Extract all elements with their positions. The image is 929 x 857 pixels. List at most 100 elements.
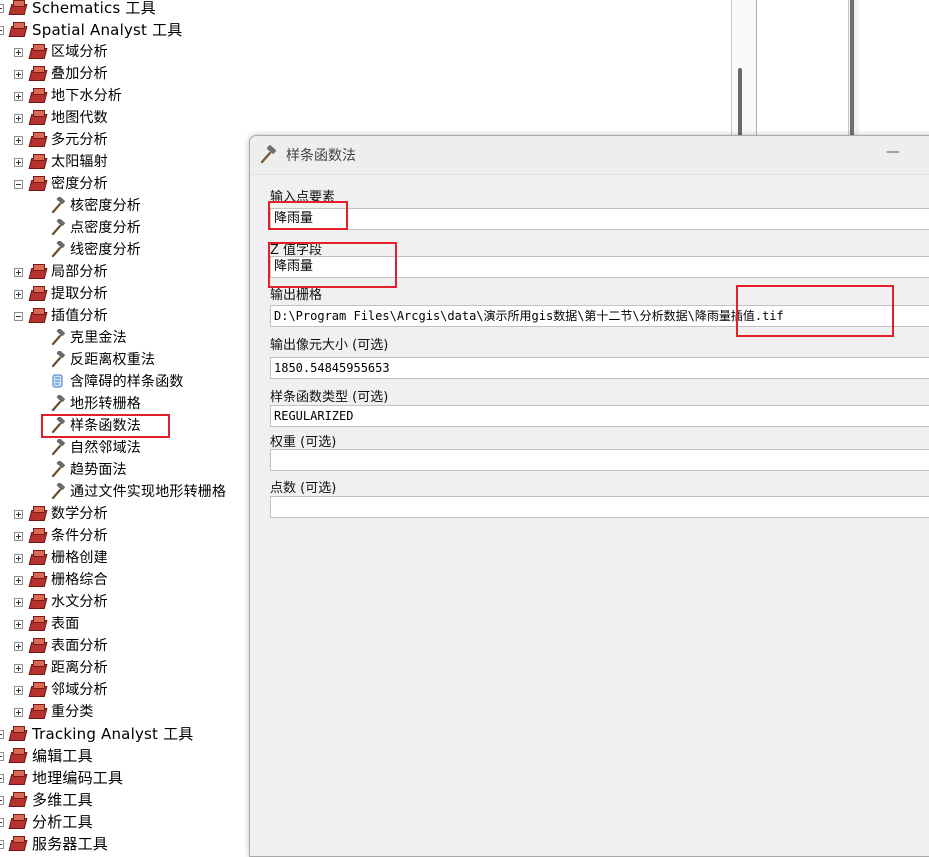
toolbox-icon bbox=[28, 264, 48, 279]
hammer-icon bbox=[49, 240, 67, 258]
tree-item-label: 邻域分析 bbox=[51, 682, 108, 698]
hammer-icon bbox=[49, 482, 67, 500]
tree-item-label: 表面 bbox=[51, 616, 80, 632]
toolbox-icon bbox=[28, 110, 48, 125]
toolbox-icon bbox=[28, 550, 48, 565]
toolbox-icon bbox=[8, 22, 28, 37]
expand-icon[interactable] bbox=[14, 48, 23, 57]
tree-item-label: 数学分析 bbox=[51, 506, 108, 522]
tree-item-label: 含障碍的样条函数 bbox=[70, 374, 184, 390]
tree-item-label: 多元分析 bbox=[51, 132, 108, 148]
expand-icon[interactable] bbox=[14, 70, 23, 79]
toolbox-icon bbox=[28, 44, 48, 59]
tree-item-label: 克里金法 bbox=[70, 330, 127, 346]
number-points-field[interactable] bbox=[270, 496, 929, 518]
background-scrollbar[interactable] bbox=[738, 68, 742, 136]
expand-icon[interactable] bbox=[14, 576, 23, 585]
tree-item-label: 重分类 bbox=[51, 704, 94, 720]
tree-item-label: 地理编码工具 bbox=[32, 769, 124, 787]
expand-icon[interactable] bbox=[14, 532, 23, 541]
toolbox-icon bbox=[8, 792, 28, 807]
tree-item-label: 编辑工具 bbox=[32, 747, 93, 765]
weight-field[interactable] bbox=[270, 449, 929, 471]
tree-item-label: 局部分析 bbox=[51, 264, 108, 280]
tree-item-label: 地下水分析 bbox=[51, 88, 122, 104]
tree-item-label: 表面分析 bbox=[51, 638, 108, 654]
minimize-button[interactable]: — bbox=[883, 142, 903, 164]
annotation-box-output bbox=[736, 285, 894, 337]
input-points-field[interactable]: 降雨量 bbox=[270, 208, 929, 230]
expand-icon[interactable] bbox=[0, 774, 4, 783]
tree-item-label: 栅格创建 bbox=[51, 550, 108, 566]
hammer-icon bbox=[49, 350, 67, 368]
toolbox-icon bbox=[28, 638, 48, 653]
tree-selection-highlight bbox=[41, 414, 170, 438]
expand-icon[interactable] bbox=[0, 752, 4, 761]
expand-icon[interactable] bbox=[14, 664, 23, 673]
tree-item-label: 自然邻域法 bbox=[70, 440, 141, 456]
tree-item-label: Schematics 工具 bbox=[32, 0, 156, 17]
toolbox-icon bbox=[28, 308, 48, 323]
toolbox-icon bbox=[28, 616, 48, 631]
tree-item-label: Tracking Analyst 工具 bbox=[32, 725, 194, 743]
tree-item-label: 提取分析 bbox=[51, 286, 108, 302]
expand-icon[interactable] bbox=[14, 158, 23, 167]
tree-item-label: Spatial Analyst 工具 bbox=[32, 21, 183, 39]
tree-item-label: 服务器工具 bbox=[32, 835, 109, 853]
collapse-icon[interactable] bbox=[14, 180, 23, 189]
expand-icon[interactable] bbox=[0, 796, 4, 805]
expand-icon[interactable] bbox=[14, 686, 23, 695]
toolbox-icon bbox=[28, 594, 48, 609]
cell-size-field[interactable]: 1850.54845955653 bbox=[270, 357, 929, 379]
expand-icon[interactable] bbox=[14, 268, 23, 277]
hammer-icon bbox=[49, 438, 67, 456]
collapse-icon[interactable] bbox=[14, 312, 23, 321]
toolbox-icon bbox=[28, 660, 48, 675]
annotation-box-zfield bbox=[268, 242, 397, 288]
hammer-icon bbox=[258, 145, 278, 165]
toolbox-icon bbox=[28, 66, 48, 81]
tree-item-label: 密度分析 bbox=[51, 176, 108, 192]
toolbox-icon bbox=[28, 528, 48, 543]
expand-icon[interactable] bbox=[14, 136, 23, 145]
expand-icon[interactable] bbox=[0, 840, 4, 849]
tree-item-label: 插值分析 bbox=[51, 308, 108, 324]
dialog-titlebar[interactable]: 样条函数法 — bbox=[250, 136, 929, 175]
toolbox-icon bbox=[8, 748, 28, 763]
toolbox-icon bbox=[28, 88, 48, 103]
tree-item-label: 叠加分析 bbox=[51, 66, 108, 82]
hammer-icon bbox=[49, 218, 67, 236]
tree-item-label: 分析工具 bbox=[32, 813, 93, 831]
tree-item-label: 反距离权重法 bbox=[70, 352, 156, 368]
toolbox-icon bbox=[28, 132, 48, 147]
expand-icon[interactable] bbox=[0, 818, 4, 827]
param-label-cell-size: 输出像元大小 (可选) bbox=[270, 338, 389, 353]
expand-icon[interactable] bbox=[14, 598, 23, 607]
expand-icon[interactable] bbox=[0, 730, 4, 739]
toolbox-icon bbox=[8, 770, 28, 785]
expand-icon[interactable] bbox=[14, 510, 23, 519]
script-tool-icon bbox=[49, 373, 67, 390]
collapse-icon[interactable] bbox=[0, 26, 4, 35]
tree-item-label: 条件分析 bbox=[51, 528, 108, 544]
background-scrollbar-2[interactable] bbox=[850, 0, 854, 136]
spline-type-select[interactable]: REGULARIZED bbox=[270, 405, 929, 427]
toolbox-icon bbox=[28, 682, 48, 697]
tree-item-label: 线密度分析 bbox=[70, 242, 141, 258]
expand-icon[interactable] bbox=[14, 114, 23, 123]
expand-icon[interactable] bbox=[14, 642, 23, 651]
toolbox-icon bbox=[28, 572, 48, 587]
expand-icon[interactable] bbox=[14, 290, 23, 299]
expand-icon[interactable] bbox=[14, 620, 23, 629]
expand-icon[interactable] bbox=[14, 92, 23, 101]
expand-icon[interactable] bbox=[14, 554, 23, 563]
toolbox-icon bbox=[28, 286, 48, 301]
tree-item-label: 距离分析 bbox=[51, 660, 108, 676]
tree-item-label: 通过文件实现地形转栅格 bbox=[70, 484, 227, 500]
toolbox-icon bbox=[28, 176, 48, 191]
expand-icon[interactable] bbox=[14, 708, 23, 717]
tree-item-label: 地图代数 bbox=[51, 110, 108, 126]
tree-item-label: 多维工具 bbox=[32, 791, 93, 809]
expand-icon[interactable] bbox=[0, 4, 4, 13]
param-label-points: 点数 (可选) bbox=[270, 481, 337, 496]
